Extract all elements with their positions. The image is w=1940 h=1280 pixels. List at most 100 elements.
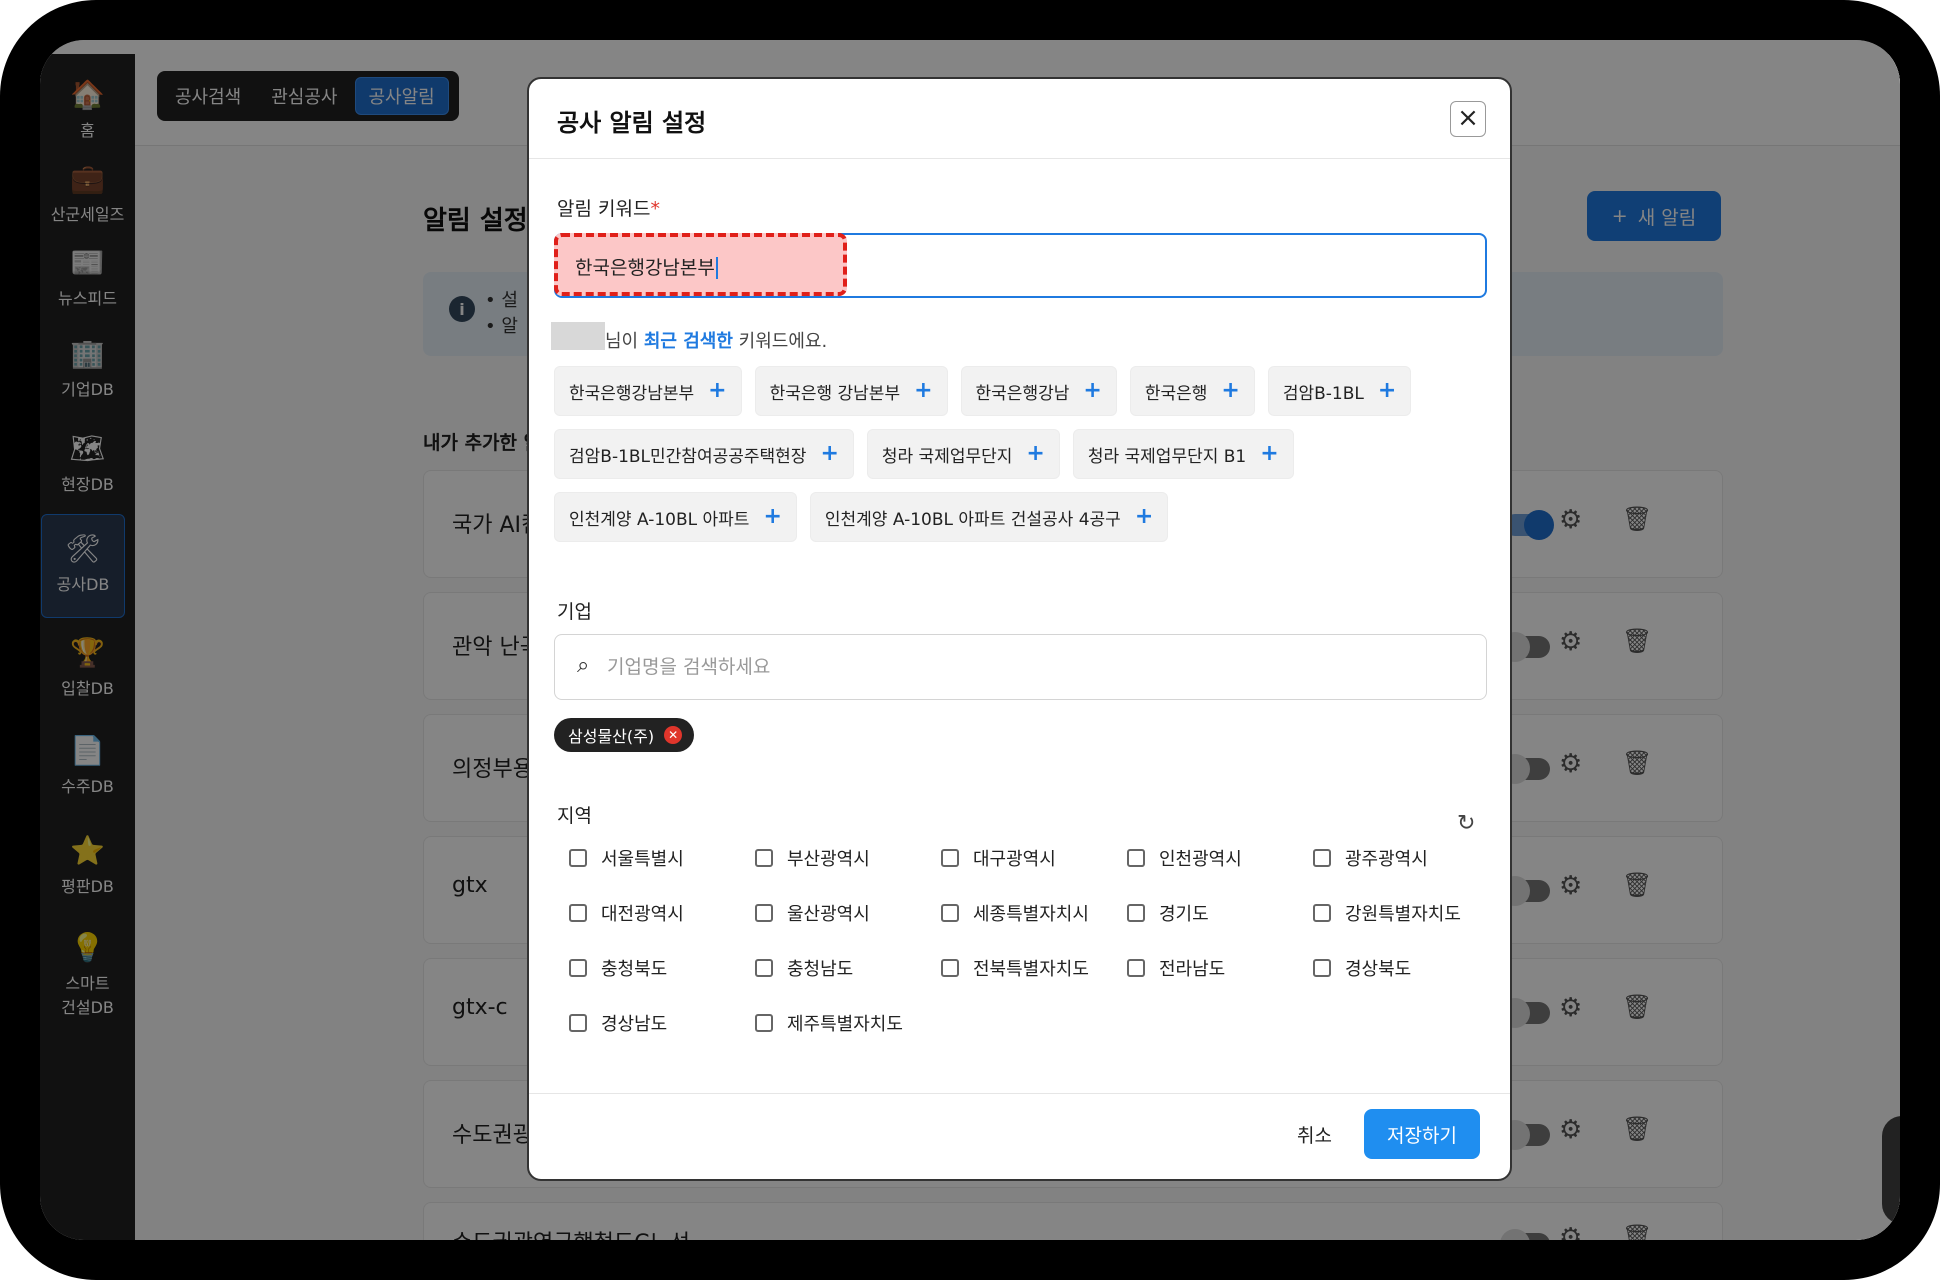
region-checkbox[interactable]: 충청북도 [569, 955, 667, 981]
modal-title: 공사 알림 설정 [557, 109, 707, 137]
chip-label: 한국은행 [1144, 383, 1208, 404]
recent-bold: 최근 검색한 [643, 331, 733, 352]
checkbox[interactable] [755, 849, 773, 867]
alert-settings-modal: 공사 알림 설정 × 알림 키워드* 한국은행강남본부 님이 최근 검색한 키워… [527, 77, 1512, 1181]
checkbox[interactable] [1127, 904, 1145, 922]
keyword-chip[interactable]: 한국은행강남 + [960, 366, 1117, 416]
region-name: 강원특별자치도 [1345, 904, 1461, 925]
region-checkbox[interactable]: 대구광역시 [941, 845, 1056, 871]
chip-label: 인천계양 A-10BL 아파트 건설공사 4공구 [824, 509, 1121, 530]
keyword-label: 알림 키워드* [557, 194, 660, 221]
region-name: 전라남도 [1159, 959, 1226, 980]
plus-icon: + [1134, 504, 1154, 529]
chip-label: 검암B-1BL민간참여공공주택현장 [569, 446, 807, 467]
region-checkbox[interactable]: 경상남도 [569, 1010, 667, 1036]
keyword-chip[interactable]: 한국은행 강남본부 + [754, 366, 948, 416]
checkbox[interactable] [941, 904, 959, 922]
refresh-icon[interactable]: ↻ [1457, 811, 1475, 836]
modal-header: 공사 알림 설정 × [529, 79, 1510, 159]
checkbox[interactable] [1313, 904, 1331, 922]
checkbox[interactable] [941, 849, 959, 867]
company-label: 기업 [557, 601, 592, 623]
region-name: 울산광역시 [787, 904, 870, 925]
company-search-input[interactable] [607, 649, 1467, 685]
region-checkbox[interactable]: 대전광역시 [569, 900, 684, 926]
keyword-value-text: 한국은행강남본부 [575, 257, 718, 279]
region-name: 부산광역시 [787, 849, 870, 870]
plus-icon: + [1026, 441, 1045, 466]
keyword-chip[interactable]: 청라 국제업무단지 + [866, 429, 1060, 479]
plus-icon: + [820, 441, 839, 466]
keyword-chip[interactable]: 한국은행강남본부 + [554, 366, 742, 416]
checkbox[interactable] [755, 1014, 773, 1032]
checkbox[interactable] [569, 959, 587, 977]
plus-icon: + [1083, 378, 1102, 403]
region-checkbox[interactable]: 울산광역시 [755, 900, 870, 926]
recent-keywords-caption: 님이 최근 검색한 키워드에요. [605, 327, 827, 353]
region-checkbox[interactable]: 전라남도 [1127, 955, 1225, 981]
keyword-chip[interactable]: 검암B-1BL + [1267, 366, 1412, 416]
region-name: 경상남도 [601, 1014, 668, 1035]
chip-label: 검암B-1BL [1282, 383, 1364, 404]
region-name: 광주광역시 [1345, 849, 1428, 870]
floating-side-tab[interactable] [1882, 1116, 1900, 1224]
chip-label: 한국은행강남본부 [569, 383, 695, 404]
checkbox[interactable] [1313, 849, 1331, 867]
region-checkbox[interactable]: 전북특별자치도 [941, 955, 1089, 981]
region-name: 대구광역시 [973, 849, 1056, 870]
checkbox[interactable] [1127, 849, 1145, 867]
region-checkbox[interactable]: 강원특별자치도 [1313, 900, 1461, 926]
region-name: 충청남도 [787, 959, 854, 980]
region-name: 경상북도 [1345, 959, 1412, 980]
checkbox[interactable] [755, 959, 773, 977]
keyword-chip[interactable]: 청라 국제업무단지 B1 + [1072, 429, 1294, 479]
region-name: 충청북도 [601, 959, 668, 980]
app-screen: 🏠 홈 💼 산군세일즈 📰 뉴스피드 🏢 기업DB 🗺 현장DB 🛠 공사DB … [40, 40, 1900, 1240]
region-checkbox[interactable]: 광주광역시 [1313, 845, 1428, 871]
modal-footer: 취소 저장하기 [529, 1093, 1510, 1179]
region-label: 지역 [557, 805, 592, 827]
checkbox[interactable] [941, 959, 959, 977]
keyword-label-text: 알림 키워드 [557, 198, 651, 220]
region-checkbox[interactable]: 부산광역시 [755, 845, 870, 871]
checkbox[interactable] [1313, 959, 1331, 977]
checkbox[interactable] [755, 904, 773, 922]
region-checkbox[interactable]: 경상북도 [1313, 955, 1411, 981]
region-name: 대전광역시 [601, 904, 684, 925]
region-checkbox[interactable]: 경기도 [1127, 900, 1209, 926]
search-icon: ⌕ [577, 653, 590, 678]
region-name: 제주특별자치도 [787, 1014, 903, 1035]
region-checkbox[interactable]: 서울특별시 [569, 845, 684, 871]
chip-label: 인천계양 A-10BL 아파트 [569, 509, 750, 530]
region-checkbox[interactable]: 인천광역시 [1127, 845, 1242, 871]
cancel-button[interactable]: 취소 [1297, 1121, 1332, 1148]
chip-label: 한국은행강남 [975, 383, 1070, 404]
close-icon[interactable]: × [1450, 101, 1486, 137]
plus-icon: + [1221, 378, 1240, 403]
required-mark: * [650, 198, 660, 220]
checkbox[interactable] [569, 1014, 587, 1032]
remove-icon[interactable]: ✕ [664, 726, 683, 744]
region-checkbox[interactable]: 충청남도 [755, 955, 853, 981]
plus-icon: + [763, 504, 782, 529]
recent-suffix: 키워드에요. [732, 331, 828, 352]
device-frame: 🏠 홈 💼 산군세일즈 📰 뉴스피드 🏢 기업DB 🗺 현장DB 🛠 공사DB … [0, 0, 1940, 1280]
keyword-chip[interactable]: 인천계양 A-10BL 아파트 + [554, 492, 797, 542]
checkbox[interactable] [1127, 959, 1145, 977]
keyword-chip[interactable]: 인천계양 A-10BL 아파트 건설공사 4공구 + [809, 492, 1169, 542]
checkbox[interactable] [569, 849, 587, 867]
region-checkbox[interactable]: 세종특별자치시 [941, 900, 1089, 926]
checkbox[interactable] [569, 904, 587, 922]
plus-icon: + [708, 378, 727, 403]
save-button[interactable]: 저장하기 [1364, 1109, 1480, 1159]
region-name: 인천광역시 [1159, 849, 1242, 870]
keyword-chip[interactable]: 한국은행 + [1129, 366, 1255, 416]
region-checkbox[interactable]: 제주특별자치도 [755, 1010, 903, 1036]
keyword-chip[interactable]: 검암B-1BL민간참여공공주택현장 + [554, 429, 854, 479]
company-search-field: ⌕ [554, 634, 1487, 700]
recent-keyword-list: 한국은행강남본부 + 한국은행 강남본부 + 한국은행강남 + 한국은행 + 검암B-1… [554, 366, 1484, 542]
chip-label: 청라 국제업무단지 B1 [1087, 446, 1247, 467]
region-name: 세종특별자치시 [973, 904, 1089, 925]
region-name: 경기도 [1159, 904, 1209, 925]
region-name: 서울특별시 [601, 849, 684, 870]
